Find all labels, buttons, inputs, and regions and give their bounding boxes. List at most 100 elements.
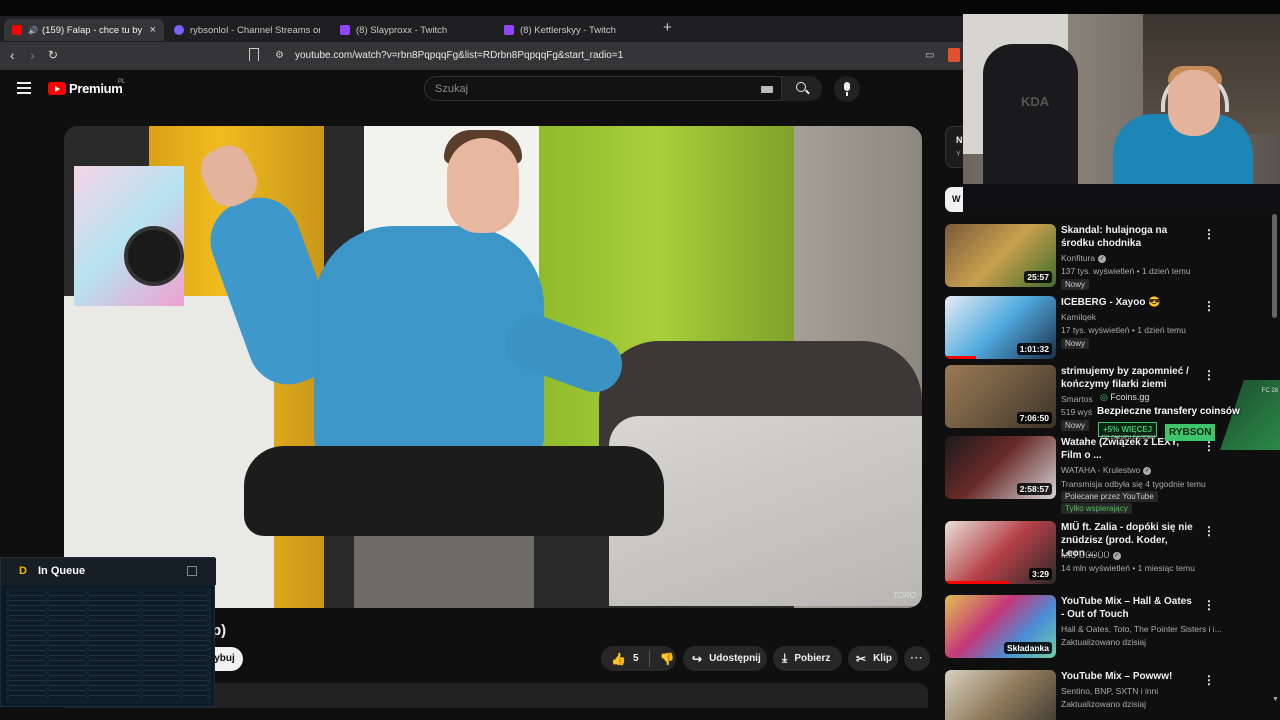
video-thumbnail[interactable]: 25:57 xyxy=(945,224,1056,287)
scroll-down-icon[interactable]: ▼ xyxy=(1272,696,1279,703)
like-dislike-group: 👍 5 👎 xyxy=(601,646,676,671)
chair-logo: KDA xyxy=(1021,94,1050,109)
more-options-icon[interactable]: ⋮ xyxy=(1203,227,1215,241)
video-thumbnail[interactable]: 3:29 xyxy=(945,521,1056,584)
new-badge: Nowy xyxy=(1061,279,1090,290)
ad-small-print: DO ZAKUPU Z KODEM xyxy=(1102,435,1156,441)
rec-meta: 519 wyś xyxy=(1061,407,1093,417)
queue-title: In Queue xyxy=(38,565,86,577)
like-button[interactable]: 👍 5 xyxy=(601,650,650,667)
rec-channel[interactable]: WATAHA - Krulestwo ✓ xyxy=(1061,465,1152,475)
rec-channel[interactable]: Smartos xyxy=(1061,394,1093,404)
browser-tab-kick[interactable]: rybsonloI - Channel Streams on Kick xyxy=(166,19,321,41)
search-input[interactable]: Szukaj xyxy=(435,83,468,95)
scissors-icon: ✂ xyxy=(856,651,867,666)
tab-label: (8) Slayproxx - Twitch xyxy=(356,24,448,36)
youtube-logo-icon[interactable] xyxy=(48,82,66,95)
brave-shield-icon[interactable] xyxy=(948,48,960,62)
video-player[interactable]: TORO xyxy=(64,126,922,608)
back-icon[interactable]: ‹ xyxy=(10,47,15,63)
rec-channel[interactable]: Hall & Oates, Toto, The Pointer Sisters … xyxy=(1061,624,1222,634)
rec-channel[interactable]: Konfitura ✓ xyxy=(1061,253,1107,263)
scrollbar-thumb[interactable] xyxy=(1272,214,1277,318)
more-options-icon[interactable]: ⋮ xyxy=(1203,673,1215,687)
twitch-icon xyxy=(340,25,350,35)
video-thumbnail[interactable]: 1:01:32 xyxy=(945,296,1056,359)
video-thumbnail[interactable]: Składanka xyxy=(945,595,1056,658)
more-options-icon[interactable]: ⋮ xyxy=(1203,524,1215,538)
watch-progress-bar xyxy=(945,356,977,359)
recommendation-item[interactable]: YouTube Mix – Powww! Sentino, BNP, SXTN … xyxy=(945,670,1265,720)
rec-title[interactable]: ICEBERG - Xayoo 😎 xyxy=(1061,296,1193,309)
recommended-badge: Polecane przez YouTube xyxy=(1061,491,1158,502)
browser-tab-youtube[interactable]: 🔊 (159) Falap - chce tu być (hm × xyxy=(4,19,164,41)
new-badge: Nowy xyxy=(1061,420,1090,431)
url-field[interactable]: youtube.com/watch?v=rbn8PqpqqFg&list=RDr… xyxy=(295,50,623,61)
live-card-sub: Y xyxy=(956,151,961,158)
keyboard-icon[interactable] xyxy=(761,86,773,93)
watch-progress-bar xyxy=(945,581,1010,584)
queue-header: D In Queue xyxy=(1,558,216,585)
queue-app-logo-icon: D xyxy=(19,565,27,577)
search-box[interactable]: Szukaj xyxy=(424,76,782,101)
download-button[interactable]: ⤓ Pobierz xyxy=(773,646,842,671)
recommendation-item[interactable]: 3:29 MIÜ ft. Zalia - dopóki się nie znüd… xyxy=(945,521,1265,587)
video-thumbnail[interactable] xyxy=(945,670,1056,720)
search-icon xyxy=(796,82,806,92)
reload-icon[interactable]: ↻ xyxy=(48,48,58,62)
members-only-badge: Tylko wspierający xyxy=(1061,503,1132,514)
new-tab-button[interactable]: + xyxy=(663,19,672,36)
share-button[interactable]: ↪ Udostępnij xyxy=(683,646,767,671)
close-tab-icon[interactable]: × xyxy=(150,24,156,36)
recommendation-item[interactable]: Składanka YouTube Mix – Hall & Oates - O… xyxy=(945,595,1265,661)
clip-label: Klip xyxy=(873,653,892,664)
rec-channel[interactable]: Kamilqek xyxy=(1061,312,1096,322)
thumbs-up-icon: 👍 xyxy=(611,651,626,666)
recommendation-item[interactable]: 25:57 Skandal: hulajnoga na środku chodn… xyxy=(945,224,1265,290)
clip-button[interactable]: ✂ Klip xyxy=(848,646,898,671)
rec-title[interactable]: YouTube Mix – Hall & Oates - Out of Touc… xyxy=(1061,595,1193,621)
rec-channel[interactable]: Sentino, BNP, SXTN i inni xyxy=(1061,686,1158,696)
browser-tab-twitch-slayproxx[interactable]: (8) Slayproxx - Twitch xyxy=(332,19,492,41)
browser-tab-twitch-kettlerskyy[interactable]: (8) Kettlerskyy - Twitch xyxy=(496,19,656,41)
duration-badge: 25:57 xyxy=(1024,271,1052,283)
ad-brand: Fcoins.gg xyxy=(1100,392,1149,403)
rec-meta: 17 tys. wyświetleń • 1 dzień temu xyxy=(1061,325,1186,335)
rec-meta: 137 tys. wyświetleń • 1 dzień temu xyxy=(1061,266,1191,276)
tab-label: (8) Kettlerskyy - Twitch xyxy=(520,24,616,36)
rec-meta: Zaktualizowano dzisiaj xyxy=(1061,637,1147,647)
voice-search-button[interactable] xyxy=(834,76,860,102)
search-button[interactable] xyxy=(782,76,822,101)
video-thumbnail[interactable]: 7:06:50 xyxy=(945,365,1056,428)
rec-title[interactable]: YouTube Mix – Powww! xyxy=(1061,670,1193,683)
twitch-icon xyxy=(504,25,514,35)
streamer-webcam-overlay: KDA xyxy=(963,14,1280,213)
speaker-icon: 🔊 xyxy=(28,25,38,35)
live-card-title: N xyxy=(956,135,963,145)
filter-chip-all[interactable]: W xyxy=(945,187,963,212)
rec-channel[interactable]: MIÜ ÜÜÜÜÜ ✓ xyxy=(1061,550,1121,560)
duration-badge: 2:58:57 xyxy=(1016,483,1052,495)
dislike-button[interactable]: 👎 xyxy=(650,652,685,666)
live-chat-card[interactable]: N Y xyxy=(945,126,965,168)
more-options-icon[interactable]: ⋮ xyxy=(1203,598,1215,612)
hamburger-menu-icon[interactable] xyxy=(17,82,31,94)
verified-icon: ✓ xyxy=(1098,254,1107,263)
youtube-premium-brand[interactable]: Premium xyxy=(69,81,123,96)
rec-title[interactable]: Skandal: hulajnoga na środku chodnika xyxy=(1061,224,1193,250)
bookmark-icon[interactable] xyxy=(249,48,259,61)
cast-icon[interactable]: ▭ xyxy=(925,50,934,61)
forward-icon[interactable]: › xyxy=(30,47,35,63)
more-options-icon[interactable]: ⋮ xyxy=(1203,299,1215,313)
more-actions-button[interactable]: ··· xyxy=(904,646,930,671)
duration-badge: 1:01:32 xyxy=(1016,343,1052,355)
recommendation-item[interactable]: 1:01:32 ICEBERG - Xayoo 😎 Kamilqek 17 ty… xyxy=(945,296,1265,362)
region-code: PL xyxy=(118,79,126,85)
site-settings-icon[interactable]: ⚙ xyxy=(275,50,284,61)
verified-icon: ✓ xyxy=(1143,466,1152,475)
youtube-icon xyxy=(12,25,22,35)
mix-badge: Składanka xyxy=(1003,642,1052,654)
expand-icon[interactable] xyxy=(187,566,197,576)
tab-label: (159) Falap - chce tu być (hm xyxy=(41,24,142,36)
video-thumbnail[interactable]: 2:58:57 xyxy=(945,436,1056,499)
